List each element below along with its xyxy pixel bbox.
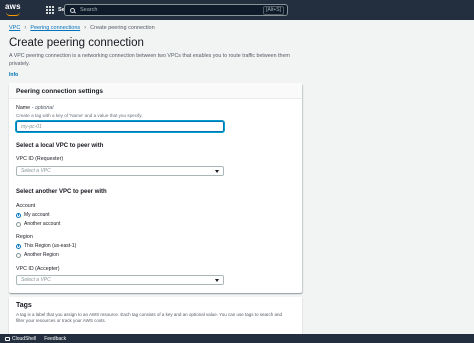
radio-unselected-icon[interactable]	[16, 252, 21, 258]
accepter-label: VPC ID (Accepter)	[16, 266, 60, 272]
region-label: Region	[16, 234, 33, 240]
breadcrumb: VPC › Peering connections › Create peeri…	[9, 25, 155, 31]
radio-selected-icon[interactable]	[16, 243, 21, 249]
aws-logo[interactable]: aws	[5, 3, 23, 17]
region-radio-another-region[interactable]: Another Region	[16, 252, 59, 258]
aws-logo-text: aws	[5, 2, 21, 11]
services-grid-icon[interactable]	[46, 5, 55, 15]
local-vpc-heading: Select a local VPC to peer with	[16, 143, 104, 149]
breadcrumb-current: Create peering connection	[90, 25, 155, 31]
account-label: Account	[16, 203, 36, 209]
radio-label: This Region (us-east-1)	[24, 243, 77, 249]
account-radio-another-account[interactable]: Another account	[16, 221, 60, 227]
chevron-right-icon: ›	[24, 25, 27, 31]
tags-description: A tag is a label that you assign to an A…	[16, 312, 283, 323]
aws-smile-icon	[6, 12, 20, 16]
search-input[interactable]: Search	[80, 7, 263, 13]
page-title: Create peering connection	[9, 37, 144, 49]
chevron-right-icon: ›	[84, 25, 87, 31]
name-optional-text: - optional	[31, 105, 54, 111]
name-input-value: my-pc-01	[21, 123, 42, 130]
radio-label: Another Region	[24, 252, 59, 258]
accepter-vpc-select[interactable]: Select a VPC	[16, 275, 224, 285]
caret-down-icon	[215, 278, 219, 282]
name-input[interactable]: my-pc-01	[16, 121, 224, 132]
feedback-button[interactable]: Feedback	[44, 336, 66, 342]
caret-down-icon	[215, 169, 219, 173]
name-label: Name - optional	[16, 105, 53, 111]
panel-header: Peering connection settings	[9, 83, 302, 99]
search-bar[interactable]: Search [Alt+S]	[64, 4, 288, 16]
requester-select-value: Select a VPC	[21, 168, 51, 174]
cloudshell-icon[interactable]	[5, 336, 10, 341]
tags-heading: Tags	[16, 302, 32, 309]
tags-panel: Tags A tag is a label that you assign to…	[9, 297, 302, 337]
top-navigation: aws Services Search [Alt+S]	[0, 0, 474, 20]
console-footer: CloudShell Feedback	[0, 334, 474, 343]
radio-unselected-icon[interactable]	[16, 221, 21, 227]
breadcrumb-peering-connections[interactable]: Peering connections	[30, 25, 80, 31]
account-radio-my-account[interactable]: My account	[16, 212, 50, 218]
another-vpc-heading: Select another VPC to peer with	[16, 189, 107, 195]
requester-vpc-select[interactable]: Select a VPC	[16, 166, 224, 176]
page-description: A VPC peering connection is a networking…	[9, 53, 290, 67]
peering-settings-panel: Peering connection settings Name - optio…	[9, 83, 302, 293]
accepter-select-value: Select a VPC	[21, 277, 51, 283]
breadcrumb-vpc[interactable]: VPC	[9, 25, 20, 31]
search-icon	[70, 7, 75, 13]
info-link[interactable]: Info	[9, 72, 18, 78]
region-radio-this-region[interactable]: This Region (us-east-1)	[16, 243, 76, 249]
requester-label: VPC ID (Requester)	[16, 156, 64, 162]
radio-label: Another account	[24, 221, 61, 227]
name-hint: Create a tag with a key of 'Name' and a …	[16, 113, 143, 118]
cloudshell-button[interactable]: CloudShell	[12, 336, 36, 342]
search-shortcut-hint: [Alt+S]	[263, 5, 284, 15]
radio-selected-icon[interactable]	[16, 212, 21, 218]
radio-label: My account	[24, 212, 50, 218]
name-label-text: Name	[16, 105, 31, 111]
